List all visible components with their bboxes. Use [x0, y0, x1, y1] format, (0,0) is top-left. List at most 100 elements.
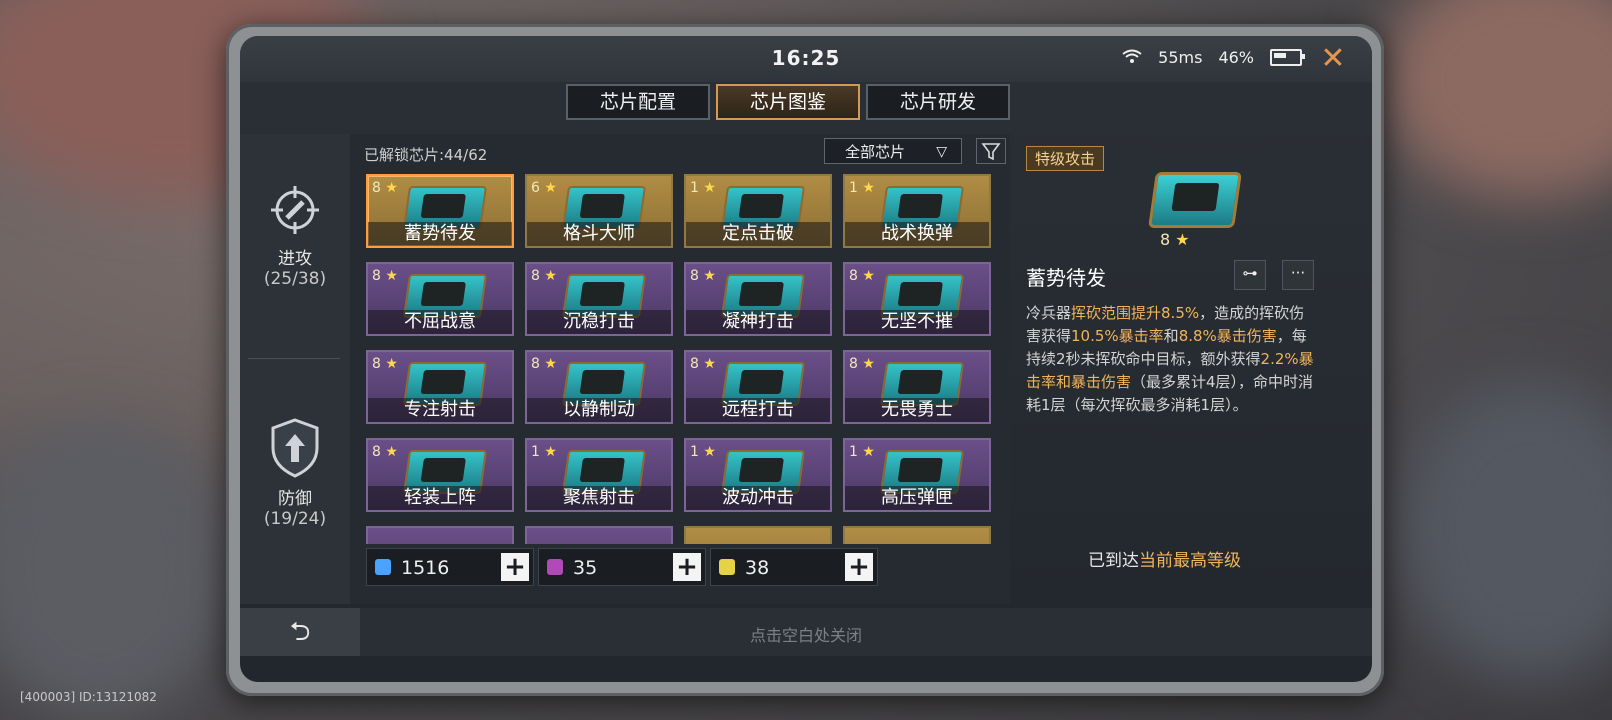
- chip-name: 以静制动: [527, 398, 671, 422]
- tab-chip-research[interactable]: 芯片研发: [866, 84, 1010, 120]
- ping-text: 55ms: [1158, 48, 1203, 67]
- chip-card[interactable]: 1 ★ 波动冲击: [684, 438, 832, 512]
- chip-card[interactable]: 1 ★ 聚焦射击: [525, 438, 673, 512]
- star-icon: ★: [385, 180, 398, 196]
- chip-card[interactable]: 8 ★ 无畏勇士: [843, 350, 991, 424]
- chip-list-panel: 已解锁芯片:44/62 全部芯片 ▽ 8 ★ 蓄势待发 6 ★ 格斗大师 1 ★ 定点击破…: [350, 134, 1010, 604]
- chip-level: 1 ★: [690, 180, 716, 196]
- star-icon: ★: [703, 268, 716, 284]
- chip-level: 8 ★: [690, 268, 716, 284]
- star-icon: ★: [385, 356, 398, 372]
- sidebar-item-attack[interactable]: 进攻 (25/38): [240, 180, 350, 289]
- chip-card[interactable]: 8 ★ 无坚不摧: [843, 262, 991, 336]
- add-purple-button[interactable]: +: [673, 553, 701, 581]
- level-value: 1: [690, 180, 699, 196]
- more-icon[interactable]: ···: [1282, 260, 1314, 290]
- star-icon: ★: [862, 356, 875, 372]
- chip-level: 8 ★: [531, 268, 557, 284]
- level-value: 1: [849, 444, 858, 460]
- resource-value: 1516: [401, 557, 450, 579]
- chip-card[interactable]: 1 ★ 定点击破: [684, 174, 832, 248]
- chip-level: 8 ★: [690, 356, 716, 372]
- sidebar-item-defense[interactable]: 防御 (19/24): [240, 416, 350, 529]
- chip-card[interactable]: 8 ★ 远程打击: [684, 350, 832, 424]
- chip-card[interactable]: [525, 526, 673, 544]
- chip-card[interactable]: [843, 526, 991, 544]
- crosshair-bullet-icon: [271, 186, 319, 234]
- star-icon: ★: [862, 444, 875, 460]
- star-icon: ★: [862, 180, 875, 196]
- description-text: 冷兵器: [1026, 304, 1072, 322]
- level-value: 6: [531, 180, 540, 196]
- chip-level: 8 ★: [531, 356, 557, 372]
- star-icon: ★: [544, 180, 557, 196]
- category-sidebar: 进攻 (25/38) 防御 (19/24): [240, 134, 350, 604]
- chip-card[interactable]: [684, 526, 832, 544]
- chip-card[interactable]: 8 ★ 轻装上阵: [366, 438, 514, 512]
- chip-level: 1 ★: [531, 444, 557, 460]
- level-value: 1: [690, 444, 699, 460]
- chip-level: 1 ★: [849, 444, 875, 460]
- chip-card[interactable]: 1 ★ 高压弹匣: [843, 438, 991, 512]
- sidebar-item-count: (19/24): [263, 509, 327, 529]
- star-icon: ★: [544, 268, 557, 284]
- level-value: 8: [372, 444, 381, 460]
- tap-to-close-hint[interactable]: 点击空白处关闭: [240, 622, 1372, 646]
- level-value: 8: [849, 356, 858, 372]
- chip-level: 8 ★: [849, 268, 875, 284]
- chip-card[interactable]: 8 ★ 沉稳打击: [525, 262, 673, 336]
- chip-card[interactable]: [366, 526, 514, 544]
- level-value: 1: [531, 444, 540, 460]
- chip-title: 蓄势待发: [1026, 266, 1106, 290]
- tab-chip-config[interactable]: 芯片配置: [566, 84, 710, 120]
- tab-chip-encyclopedia[interactable]: 芯片图鉴: [716, 84, 860, 120]
- unlocked-count: 已解锁芯片:44/62: [364, 146, 488, 164]
- chip-card[interactable]: 8 ★ 以静制动: [525, 350, 673, 424]
- description-highlight: 10.5%暴击率: [1071, 327, 1164, 345]
- sidebar-item-count: (25/38): [263, 269, 327, 289]
- sidebar-item-label: 进攻: [278, 249, 312, 269]
- resource-value: 38: [745, 557, 770, 579]
- add-blue-button[interactable]: +: [501, 553, 529, 581]
- chip-level: 8 ★: [372, 356, 398, 372]
- star-icon: ★: [1175, 230, 1190, 249]
- chip-name: 远程打击: [686, 398, 830, 422]
- filter-icon[interactable]: [976, 138, 1006, 164]
- chip-card[interactable]: 1 ★ 战术换弹: [843, 174, 991, 248]
- chip-name: 沉稳打击: [527, 310, 671, 334]
- chip-name: 蓄势待发: [368, 222, 512, 246]
- chip-level: 8 ★: [372, 180, 398, 196]
- chip-card[interactable]: 8 ★ 不屈战意: [366, 262, 514, 336]
- chip-name: 聚焦射击: [527, 486, 671, 510]
- description-highlight: 8.8%暴击伤害: [1178, 327, 1277, 345]
- chevron-down-icon: ▽: [936, 144, 947, 160]
- chip-card[interactable]: 8 ★ 蓄势待发: [366, 174, 514, 248]
- level-value: 8: [372, 180, 381, 196]
- chip-category-tag: 特级攻击: [1026, 146, 1105, 171]
- max-level-note: 已到达当前最高等级: [1088, 546, 1241, 571]
- star-icon: ★: [703, 356, 716, 372]
- star-icon: ★: [862, 268, 875, 284]
- chip-level: 1 ★: [849, 180, 875, 196]
- chip-filter-dropdown[interactable]: 全部芯片 ▽: [824, 138, 962, 164]
- tree-icon[interactable]: ⊶: [1234, 260, 1266, 290]
- add-gold-button[interactable]: +: [845, 553, 873, 581]
- shield-arrow-icon: [271, 418, 319, 478]
- level-value: 8: [531, 356, 540, 372]
- chip-name: 专注射击: [368, 398, 512, 422]
- resource-bar: 1516 + 35 + 38 +: [350, 548, 1010, 594]
- level-value: 8: [690, 356, 699, 372]
- chip-level: 8 ★: [372, 444, 398, 460]
- wifi-icon: [1122, 48, 1142, 67]
- chip-card[interactable]: 6 ★ 格斗大师: [525, 174, 673, 248]
- description-text: 和: [1163, 327, 1179, 345]
- chip-card[interactable]: 8 ★ 凝神打击: [684, 262, 832, 336]
- sidebar-item-label: 防御: [278, 489, 312, 509]
- resource-value: 35: [573, 557, 598, 579]
- chip-card[interactable]: 8 ★ 专注射击: [366, 350, 514, 424]
- level-value: 8: [690, 268, 699, 284]
- debug-id: [400003] ID:13121082: [20, 690, 157, 704]
- chip-level: 8 ★: [372, 268, 398, 284]
- close-icon[interactable]: ✕: [1318, 44, 1348, 74]
- chip-name: 凝神打击: [686, 310, 830, 334]
